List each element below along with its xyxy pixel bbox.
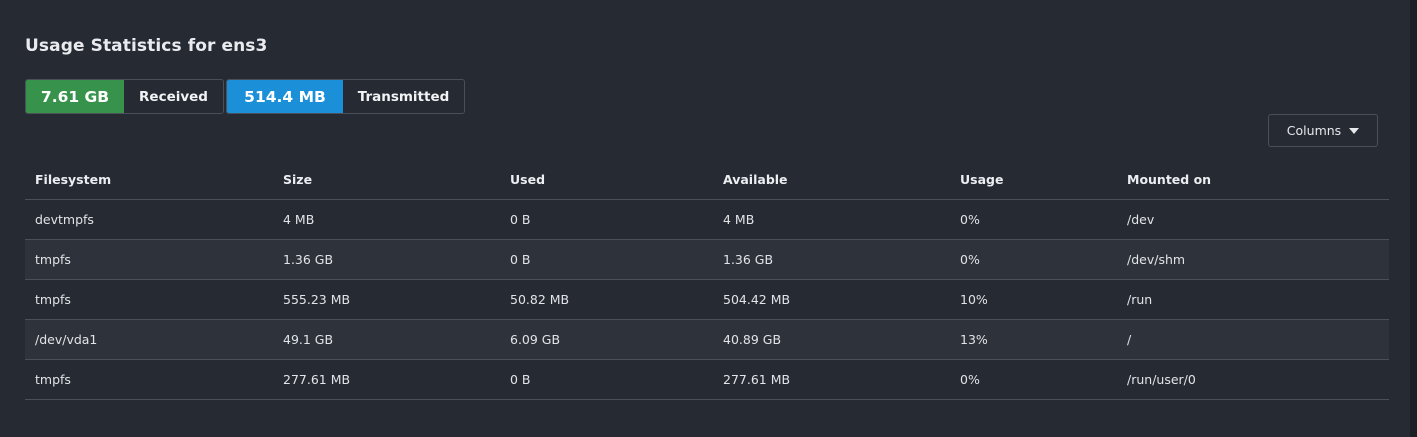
filesystem-table: Filesystem Size Used Available Usage Mou… — [25, 159, 1389, 400]
column-header-size[interactable]: Size — [273, 159, 500, 200]
transmitted-label: Transmitted — [343, 80, 464, 113]
columns-button-label: Columns — [1286, 123, 1342, 138]
table-row: tmpfs 277.61 MB 0 B 277.61 MB 0% /run/us… — [25, 359, 1389, 400]
cell-size: 555.23 MB — [273, 279, 500, 320]
received-stat: 7.61 GB Received — [25, 79, 224, 114]
column-header-usage[interactable]: Usage — [950, 159, 1117, 200]
cell-usage: 0% — [950, 359, 1117, 400]
column-header-available[interactable]: Available — [713, 159, 950, 200]
cell-used: 0 B — [500, 199, 713, 240]
cell-filesystem: tmpfs — [25, 239, 273, 280]
table-row: tmpfs 1.36 GB 0 B 1.36 GB 0% /dev/shm — [25, 239, 1389, 280]
column-header-mounted-on[interactable]: Mounted on — [1117, 159, 1389, 200]
received-value: 7.61 GB — [26, 80, 124, 113]
cell-mounted-on: /run/user/0 — [1117, 359, 1389, 400]
cell-used: 50.82 MB — [500, 279, 713, 320]
cell-size: 49.1 GB — [273, 319, 500, 360]
scrollbar-gutter — [1410, 0, 1417, 437]
cell-used: 0 B — [500, 359, 713, 400]
cell-size: 4 MB — [273, 199, 500, 240]
cell-size: 277.61 MB — [273, 359, 500, 400]
cell-filesystem: tmpfs — [25, 359, 273, 400]
cell-filesystem: tmpfs — [25, 279, 273, 320]
columns-button[interactable]: Columns — [1268, 114, 1378, 147]
table-row: /dev/vda1 49.1 GB 6.09 GB 40.89 GB 13% / — [25, 319, 1389, 360]
cell-mounted-on: /run — [1117, 279, 1389, 320]
page-title: Usage Statistics for ens3 — [25, 36, 268, 56]
cell-mounted-on: / — [1117, 319, 1389, 360]
cell-available: 4 MB — [713, 199, 950, 240]
cell-used: 0 B — [500, 239, 713, 280]
cell-available: 40.89 GB — [713, 319, 950, 360]
table-header-row: Filesystem Size Used Available Usage Mou… — [25, 159, 1389, 200]
cell-filesystem: devtmpfs — [25, 199, 273, 240]
cell-size: 1.36 GB — [273, 239, 500, 280]
table-row: tmpfs 555.23 MB 50.82 MB 504.42 MB 10% /… — [25, 279, 1389, 320]
transmitted-value: 514.4 MB — [227, 80, 343, 113]
usage-statistics-panel: Usage Statistics for ens3 7.61 GB Receiv… — [0, 0, 1410, 437]
transmitted-stat: 514.4 MB Transmitted — [226, 79, 465, 114]
cell-used: 6.09 GB — [500, 319, 713, 360]
cell-available: 504.42 MB — [713, 279, 950, 320]
cell-usage: 13% — [950, 319, 1117, 360]
table-row: devtmpfs 4 MB 0 B 4 MB 0% /dev — [25, 199, 1389, 240]
cell-mounted-on: /dev — [1117, 199, 1389, 240]
column-header-filesystem[interactable]: Filesystem — [25, 159, 273, 200]
cell-usage: 10% — [950, 279, 1117, 320]
received-label: Received — [124, 80, 223, 113]
caret-down-icon — [1349, 128, 1360, 134]
cell-available: 1.36 GB — [713, 239, 950, 280]
cell-available: 277.61 MB — [713, 359, 950, 400]
column-header-used[interactable]: Used — [500, 159, 713, 200]
cell-usage: 0% — [950, 239, 1117, 280]
cell-usage: 0% — [950, 199, 1117, 240]
cell-filesystem: /dev/vda1 — [25, 319, 273, 360]
cell-mounted-on: /dev/shm — [1117, 239, 1389, 280]
